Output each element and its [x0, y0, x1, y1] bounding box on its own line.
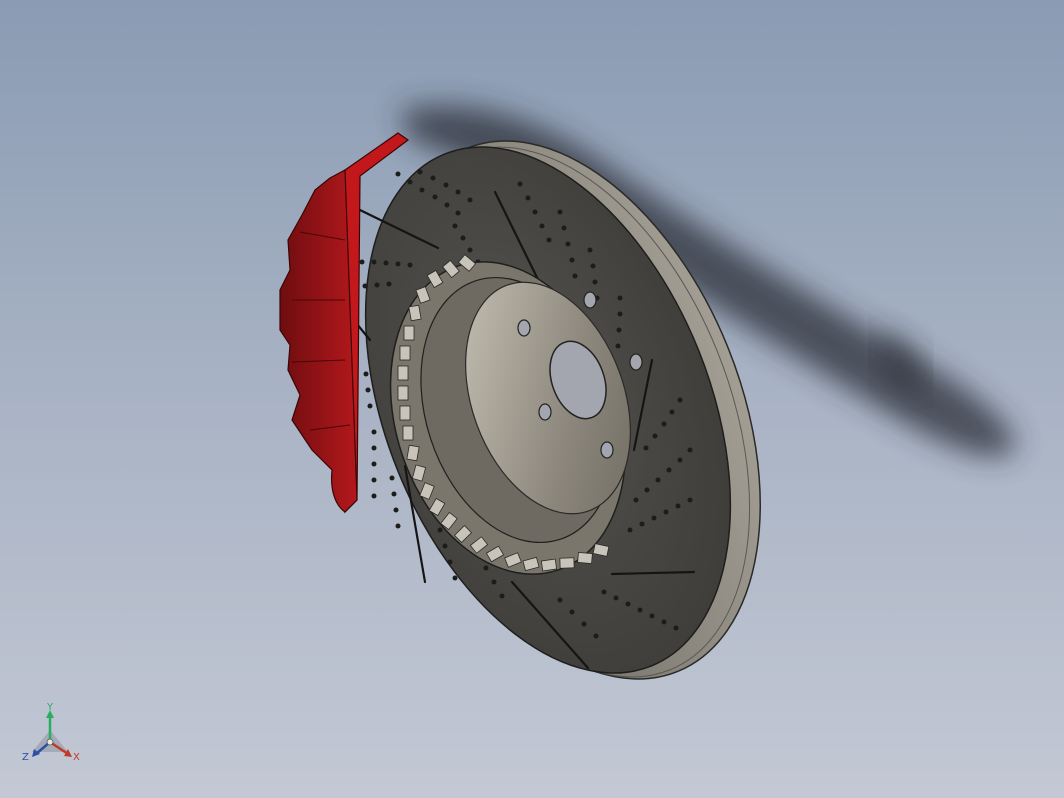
graphics-viewport[interactable]: Y X Z — [0, 0, 1064, 798]
orientation-triad: Y X Z — [22, 702, 80, 763]
y-axis-label: Y — [46, 702, 54, 713]
x-axis-label: X — [73, 752, 80, 763]
z-axis-label: Z — [22, 752, 29, 763]
brake-rotor-model[interactable] — [0, 0, 1064, 798]
